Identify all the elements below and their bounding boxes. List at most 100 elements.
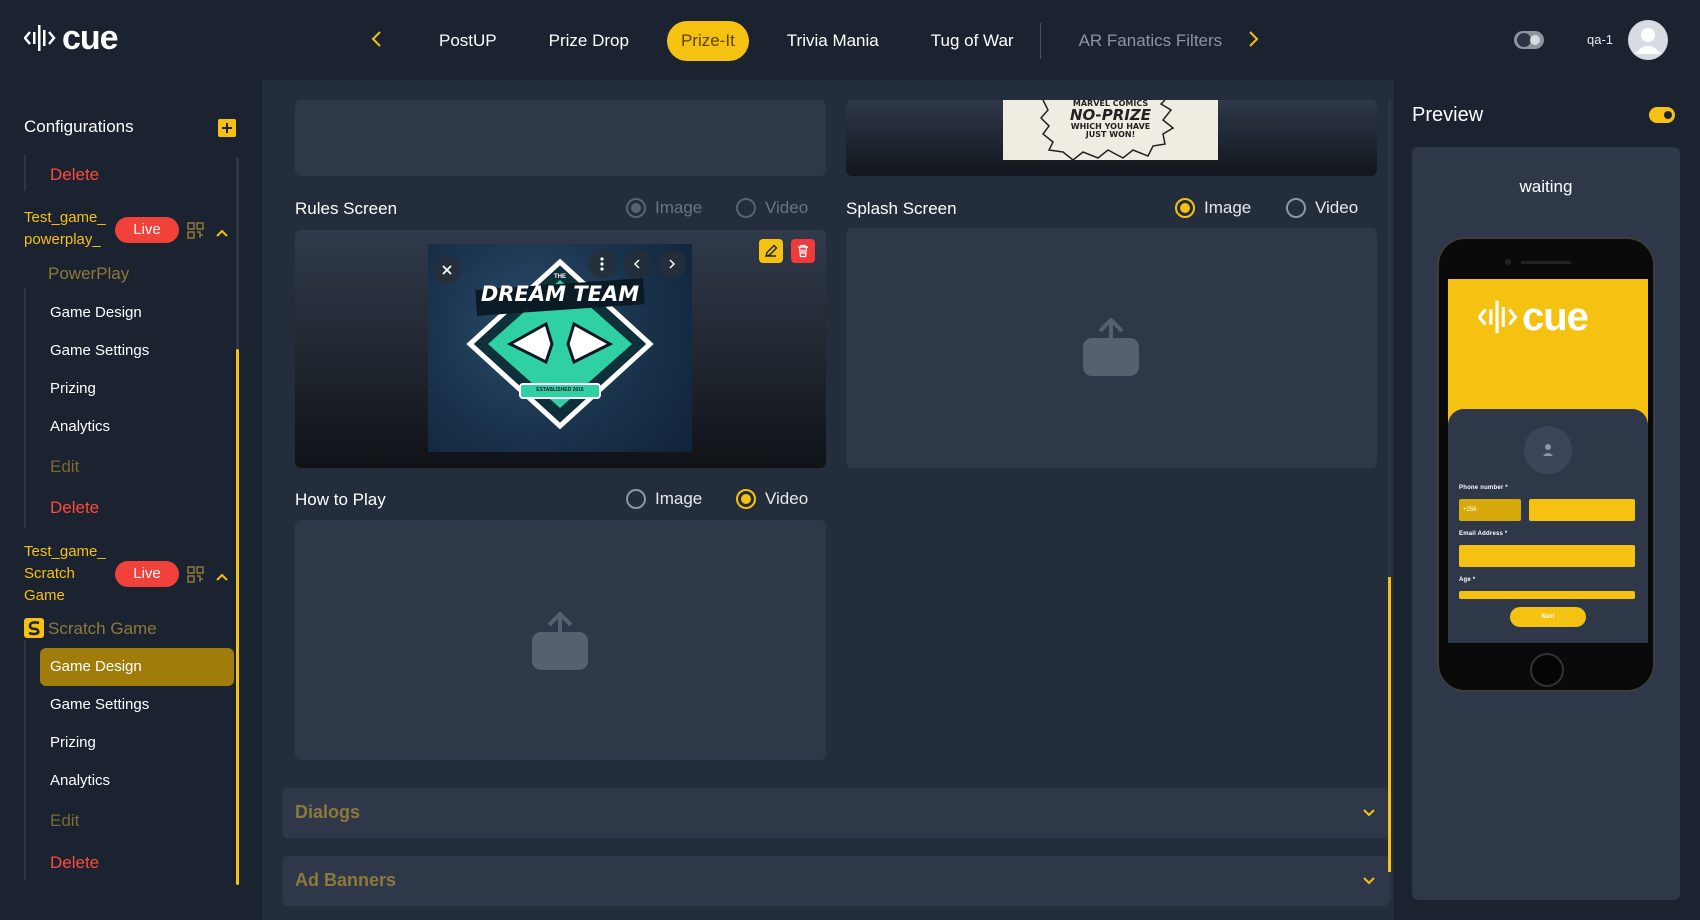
plus-icon — [222, 123, 232, 133]
user-avatar-icon — [1635, 28, 1661, 54]
media-prev-button[interactable] — [623, 250, 651, 278]
radio-dot — [736, 489, 756, 509]
sidebar-item-prizing[interactable]: Prizing — [50, 380, 96, 397]
game-name-line: Game — [24, 587, 65, 604]
rules-video-radio[interactable]: Video — [736, 198, 808, 218]
sidebar-scrollbar-thumb[interactable] — [236, 349, 239, 885]
game-section-powerplay[interactable]: PowerPlay — [48, 264, 129, 284]
media-next-button[interactable] — [658, 250, 686, 278]
phone-screen: cue Phone number * +256 Email Address * … — [1448, 279, 1648, 643]
user-name[interactable]: qa-1 — [1587, 32, 1613, 47]
sidebar-item-game-settings[interactable]: Game Settings — [50, 342, 149, 359]
dialogs-accordion[interactable]: Dialogs — [283, 788, 1388, 838]
delete-media-button[interactable] — [791, 239, 815, 263]
main-scrollbar-thumb[interactable] — [1388, 577, 1391, 872]
game-section-scratch[interactable]: Scratch Game — [48, 619, 157, 639]
avatar[interactable] — [1628, 20, 1668, 60]
sidebar-title: Configurations — [24, 117, 134, 136]
splash-image-radio[interactable]: Image — [1175, 198, 1251, 218]
collapse-game-button[interactable] — [215, 225, 229, 237]
upload-panel-partial[interactable] — [295, 100, 826, 176]
ad-banners-accordion[interactable]: Ad Banners — [283, 856, 1388, 906]
tree-line — [24, 640, 26, 880]
more-vertical-icon — [600, 257, 604, 271]
tab-prize-drop[interactable]: Prize Drop — [535, 21, 643, 61]
delete-link[interactable]: Delete — [50, 853, 99, 873]
trash-icon — [798, 244, 808, 258]
no-prize-image: MARVEL COMICS NO-PRIZE WHICH YOU HAVE JU… — [1003, 100, 1218, 160]
how-to-play-label: How to Play — [295, 490, 386, 509]
rules-image-radio[interactable]: Image — [626, 198, 702, 218]
media-more-button[interactable] — [588, 250, 616, 278]
game-name-scratch[interactable]: Test_game_ Scratch Game — [24, 541, 106, 607]
user-avatar-icon — [1543, 444, 1553, 456]
sidebar-item-prizing[interactable]: Prizing — [50, 734, 96, 751]
game-name-powerplay[interactable]: Test_game_ powerplay_ — [24, 207, 106, 251]
no-prize-line: NO-PRIZE — [1069, 106, 1152, 124]
qr-code-icon — [187, 222, 204, 239]
howto-image-radio[interactable]: Image — [626, 489, 702, 509]
edit-link[interactable]: Edit — [50, 811, 79, 831]
upload-icon — [532, 612, 588, 670]
scratch-game-icon — [24, 618, 44, 638]
sidebar-item-analytics[interactable]: Analytics — [50, 418, 110, 435]
cue-logo[interactable]: cue — [24, 20, 119, 56]
age-label: Age * — [1459, 577, 1476, 583]
age-input[interactable] — [1459, 591, 1635, 599]
phone-number-input[interactable] — [1529, 499, 1635, 521]
accordion-title: Ad Banners — [295, 870, 397, 890]
preview-status: waiting — [1519, 177, 1573, 196]
qr-code-button[interactable] — [187, 222, 204, 239]
qr-code-button[interactable] — [187, 566, 204, 583]
radio-label: Video — [1315, 198, 1359, 217]
tab-ar-fanatics-filters[interactable]: AR Fanatics Filters — [1065, 21, 1237, 61]
phone-logo-text: cue — [1522, 295, 1589, 339]
remove-media-button[interactable] — [433, 256, 461, 284]
phone-mockup: cue Phone number * +256 Email Address * … — [1437, 237, 1655, 692]
edit-link[interactable]: Edit — [50, 457, 79, 477]
tree-line — [24, 155, 26, 191]
how-to-play-upload-area[interactable] — [295, 520, 826, 760]
email-input[interactable] — [1459, 545, 1635, 567]
next-button[interactable]: Next — [1510, 607, 1586, 627]
sidebar-item-game-design[interactable]: Game Design — [50, 304, 142, 321]
country-code-select[interactable]: +256 — [1459, 499, 1521, 521]
tab-divider — [1039, 23, 1041, 59]
tab-tug-of-war[interactable]: Tug of War — [917, 21, 1028, 61]
sidebar-item-analytics[interactable]: Analytics — [50, 772, 110, 789]
nav-next-button[interactable] — [1241, 24, 1267, 54]
chevron-up-icon — [216, 229, 228, 237]
tab-prize-it[interactable]: Prize-It — [666, 21, 749, 61]
email-label: Email Address * — [1459, 531, 1508, 537]
tab-postup[interactable]: PostUP — [425, 21, 511, 61]
phone-speaker — [1521, 261, 1571, 264]
tab-trivia-mania[interactable]: Trivia Mania — [773, 21, 893, 61]
qr-code-icon — [187, 566, 204, 583]
sidebar-item-game-design-active[interactable]: Game Design — [40, 648, 234, 686]
radio-label: Video — [765, 198, 809, 217]
add-configuration-button[interactable] — [218, 119, 236, 137]
cue-logo-icon — [1478, 300, 1518, 334]
chevron-right-icon — [669, 259, 676, 269]
tree-line — [24, 288, 26, 528]
preview-title: Preview — [1412, 104, 1484, 126]
radio-label: Image — [655, 489, 703, 508]
delete-link[interactable]: Delete — [50, 498, 99, 518]
collapse-game-button[interactable] — [215, 569, 229, 581]
howto-video-radio[interactable]: Video — [736, 489, 808, 509]
game-name-line: powerplay_ — [24, 231, 101, 248]
dream-team-ribbon: ESTABLISHED 2016 — [536, 387, 584, 393]
splash-upload-area[interactable] — [846, 228, 1377, 468]
phone-logo: cue — [1478, 295, 1589, 339]
splash-video-radio[interactable]: Video — [1286, 198, 1358, 218]
delete-link[interactable]: Delete — [50, 165, 99, 185]
game-name-line: Test_game_ — [24, 209, 106, 226]
sidebar-item-game-settings[interactable]: Game Settings — [50, 696, 149, 713]
nav-prev-button[interactable] — [363, 24, 389, 54]
radio-dot — [736, 198, 756, 218]
theme-toggle-icon — [1514, 31, 1544, 49]
edit-media-button[interactable] — [759, 239, 783, 263]
radio-dot — [626, 198, 646, 218]
preview-toggle[interactable] — [1649, 107, 1675, 123]
theme-toggle[interactable] — [1514, 30, 1544, 50]
